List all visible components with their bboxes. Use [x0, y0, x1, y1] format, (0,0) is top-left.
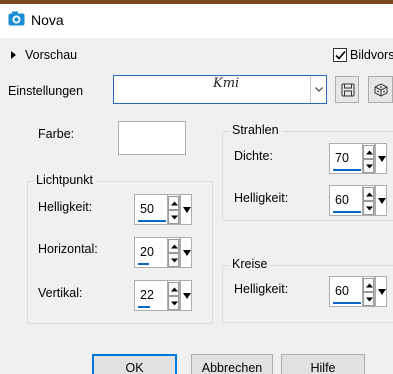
slider-dropdown-icon[interactable] [375, 276, 387, 307]
slider-dropdown-icon[interactable] [180, 280, 192, 311]
lichtpunkt-helligkeit-bar [138, 220, 166, 222]
bildvorschau-checkbox[interactable] [333, 48, 347, 62]
strahlen-helligkeit-field[interactable]: 60 [329, 185, 363, 216]
kreise-helligkeit-label: Helligkeit: [234, 282, 289, 296]
vertikal-value: 22 [140, 288, 154, 302]
preview-toggle[interactable]: Vorschau [25, 48, 77, 62]
vertikal-bar [138, 306, 150, 308]
spin-down-icon[interactable] [168, 210, 179, 224]
cancel-button[interactable]: Abbrechen [191, 354, 273, 374]
horizontal-value: 20 [140, 245, 154, 259]
lichtpunkt-helligkeit-spinner[interactable]: 50 [134, 194, 192, 225]
spin-up-icon[interactable] [363, 278, 374, 292]
expand-triangle-icon[interactable] [11, 51, 16, 59]
lichtpunkt-helligkeit-value: 50 [140, 202, 154, 216]
lichtpunkt-helligkeit-field[interactable]: 50 [134, 194, 168, 225]
horizontal-field[interactable]: 20 [134, 237, 168, 268]
slider-dropdown-icon[interactable] [180, 194, 192, 225]
save-settings-button[interactable] [335, 76, 359, 103]
kreise-helligkeit-field[interactable]: 60 [329, 276, 363, 307]
dichte-field[interactable]: 70 [329, 143, 363, 174]
window-title: Nova [31, 12, 64, 28]
spin-down-icon[interactable] [363, 201, 374, 215]
strahlen-helligkeit-spinner[interactable]: 60 [329, 185, 387, 216]
dichte-label: Dichte: [234, 149, 273, 163]
spin-up-icon[interactable] [363, 145, 374, 159]
help-button[interactable]: Hilfe [281, 354, 365, 374]
horizontal-spinner[interactable]: 20 [134, 237, 192, 268]
app-camera-icon [8, 11, 25, 26]
vertikal-updown[interactable] [168, 280, 180, 311]
horizontal-label: Horizontal: [38, 242, 98, 256]
kreise-helligkeit-spinner[interactable]: 60 [329, 276, 387, 307]
vertikal-spinner[interactable]: 22 [134, 280, 192, 311]
horizontal-updown[interactable] [168, 237, 180, 268]
spin-up-icon[interactable] [168, 239, 179, 253]
strahlen-helligkeit-updown[interactable] [363, 185, 375, 216]
dichte-bar [333, 169, 361, 171]
settings-label: Einstellungen [8, 84, 84, 98]
combo-selected-value: Kmi [213, 76, 240, 91]
kreise-helligkeit-value: 60 [335, 284, 349, 298]
spin-down-icon[interactable] [168, 253, 179, 267]
kreise-helligkeit-updown[interactable] [363, 276, 375, 307]
spin-down-icon[interactable] [168, 296, 179, 310]
horizontal-bar [138, 263, 149, 265]
strahlen-title: Strahlen [229, 123, 282, 137]
ok-button[interactable]: OK [92, 354, 177, 374]
dichte-updown[interactable] [363, 143, 375, 174]
farbe-color-swatch[interactable] [118, 121, 186, 155]
lichtpunkt-helligkeit-label: Helligkeit: [38, 200, 93, 214]
kreise-helligkeit-bar [333, 302, 361, 304]
strahlen-helligkeit-label: Helligkeit: [234, 191, 289, 205]
random-dice-button[interactable] [368, 76, 393, 103]
spin-up-icon[interactable] [363, 187, 374, 201]
kreise-title: Kreise [229, 257, 271, 271]
spin-down-icon[interactable] [363, 292, 374, 306]
farbe-label: Farbe: [38, 127, 75, 141]
bildvorschau-label: Bildvors [350, 48, 393, 62]
spin-down-icon[interactable] [363, 159, 374, 173]
spin-up-icon[interactable] [168, 196, 179, 210]
slider-dropdown-icon[interactable] [180, 237, 192, 268]
slider-dropdown-icon[interactable] [375, 185, 387, 216]
vertikal-field[interactable]: 22 [134, 280, 168, 311]
chevron-down-icon[interactable] [310, 76, 326, 103]
dichte-value: 70 [335, 151, 349, 165]
spin-up-icon[interactable] [168, 282, 179, 296]
settings-combo[interactable]: Kmi [113, 75, 327, 104]
strahlen-helligkeit-value: 60 [335, 193, 349, 207]
vertikal-label: Vertikal: [38, 286, 83, 300]
strahlen-helligkeit-bar [333, 211, 361, 213]
lichtpunkt-title: Lichtpunkt [33, 173, 96, 187]
lichtpunkt-helligkeit-updown[interactable] [168, 194, 180, 225]
slider-dropdown-icon[interactable] [375, 143, 387, 174]
dichte-spinner[interactable]: 70 [329, 143, 387, 174]
